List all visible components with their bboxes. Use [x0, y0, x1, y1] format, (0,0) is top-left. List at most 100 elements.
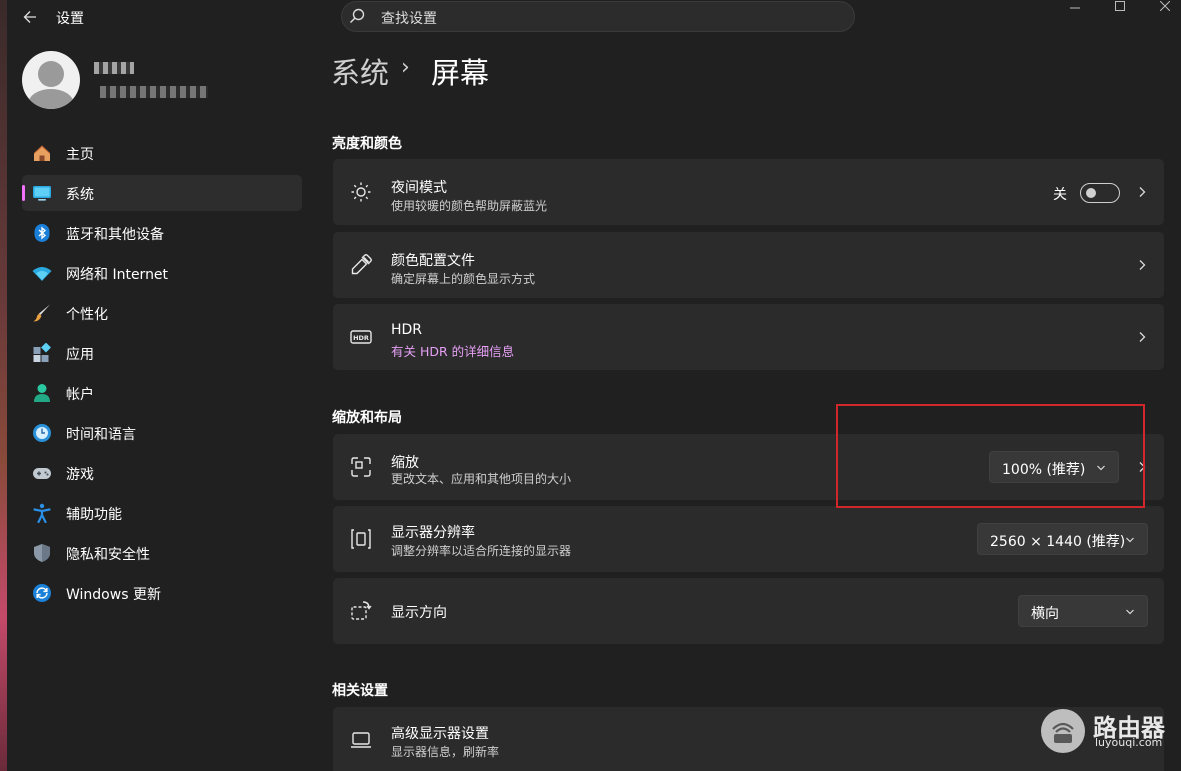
sidebar-item-label: 时间和语言: [66, 427, 136, 443]
hdr-title: HDR: [391, 322, 423, 338]
page-title: 屏幕: [431, 56, 490, 90]
red-highlight-box: [836, 404, 1145, 508]
shield-icon: [34, 544, 50, 562]
sidebar-item-windows-update[interactable]: Windows 更新: [22, 575, 302, 611]
night-mode-card[interactable]: 夜间模式 使用较暖的颜色帮助屏蔽蓝光 关: [333, 159, 1164, 225]
sidebar-item-label: 主页: [66, 147, 94, 163]
brightness-icon: [351, 182, 371, 202]
gamepad-icon: [33, 468, 51, 479]
sidebar-item-accounts[interactable]: 帐户: [22, 375, 302, 411]
orientation-dropdown-value: 横向: [1031, 606, 1059, 622]
sidebar-item-label: 个性化: [66, 307, 108, 323]
sidebar-item-label: 网络和 Internet: [66, 267, 169, 283]
search-placeholder: 查找设置: [381, 11, 437, 27]
router-icon: [1052, 722, 1074, 743]
apps-icon: [33, 343, 51, 362]
chevron-down-icon: [1126, 537, 1134, 543]
scale-subtitle: 更改文本、应用和其他项目的大小: [391, 472, 572, 486]
sidebar-item-time-language[interactable]: 时间和语言: [22, 415, 302, 451]
section-title-scale-layout: 缩放和布局: [332, 410, 402, 426]
scale-icon: [351, 457, 371, 477]
close-icon: [1159, 0, 1171, 12]
orientation-icon: [351, 601, 372, 620]
section-title-related: 相关设置: [332, 683, 388, 699]
resolution-dropdown-value: 2560 × 1440 (推荐): [990, 534, 1126, 550]
hdr-card[interactable]: HDR HDR 有关 HDR 的详细信息: [333, 304, 1164, 370]
advanced-display-card[interactable]: 高级显示器设置 显示器信息，刷新率: [333, 707, 1164, 771]
avatar[interactable]: [22, 51, 80, 109]
bluetooth-icon: [34, 224, 50, 242]
breadcrumb-separator: ›: [401, 55, 410, 80]
minimize-icon: [1070, 7, 1080, 9]
color-profile-card[interactable]: 颜色配置文件 确定屏幕上的颜色显示方式: [333, 232, 1164, 298]
orientation-title: 显示方向: [391, 605, 447, 621]
blurred-user-name: [94, 62, 134, 74]
orientation-dropdown[interactable]: 横向: [1018, 595, 1148, 627]
scale-title: 缩放: [391, 455, 419, 471]
resolution-title: 显示器分辨率: [391, 525, 475, 541]
eyedropper-icon: [351, 254, 372, 275]
night-mode-toggle[interactable]: [1080, 183, 1120, 203]
color-profile-subtitle: 确定屏幕上的颜色显示方式: [391, 272, 536, 286]
watermark-url: luyouqi.com: [1095, 736, 1163, 749]
avatar-head: [38, 61, 64, 87]
sidebar-item-label: Windows 更新: [66, 587, 161, 603]
back-button[interactable]: [18, 6, 42, 28]
chevron-right-icon: [1139, 187, 1146, 197]
sidebar-item-network[interactable]: 网络和 Internet: [22, 255, 302, 291]
chevron-down-icon: [1126, 609, 1134, 615]
sidebar-item-apps[interactable]: 应用: [22, 335, 302, 371]
svg-text:HDR: HDR: [353, 334, 369, 342]
accessibility-icon: [33, 503, 51, 523]
color-profile-title: 颜色配置文件: [391, 253, 475, 269]
hdr-info-link[interactable]: 有关 HDR 的详细信息: [391, 341, 514, 360]
sidebar-item-personalization[interactable]: 个性化: [22, 295, 302, 331]
sidebar-item-label: 应用: [66, 347, 94, 363]
back-arrow-icon: [23, 11, 36, 23]
night-mode-title: 夜间模式: [391, 180, 447, 196]
home-icon: [34, 145, 50, 161]
blurred-user-email: [100, 86, 208, 98]
active-indicator: [22, 185, 25, 201]
maximize-icon: [1115, 1, 1125, 11]
minimize-button[interactable]: [1052, 0, 1098, 18]
sidebar-item-privacy[interactable]: 隐私和安全性: [22, 535, 302, 571]
night-mode-toggle-label: 关: [1053, 187, 1067, 203]
chevron-right-icon: [1139, 260, 1146, 270]
orientation-card[interactable]: 显示方向 横向: [333, 578, 1164, 644]
sidebar-item-label: 隐私和安全性: [66, 547, 150, 563]
resolution-subtitle: 调整分辨率以适合所连接的显示器: [391, 544, 572, 558]
brush-icon: [33, 304, 50, 322]
resolution-dropdown[interactable]: 2560 × 1440 (推荐): [977, 523, 1148, 555]
wifi-icon: [32, 267, 52, 281]
sidebar-item-bluetooth[interactable]: 蓝牙和其他设备: [22, 215, 302, 251]
app-title: 设置: [56, 11, 84, 27]
sidebar-item-gaming[interactable]: 游戏: [22, 455, 302, 491]
person-icon: [34, 384, 50, 402]
sidebar-item-accessibility[interactable]: 辅助功能: [22, 495, 302, 531]
sidebar-item-label: 蓝牙和其他设备: [66, 227, 164, 243]
laptop-icon: [351, 732, 371, 748]
section-title-brightness: 亮度和颜色: [332, 136, 402, 152]
maximize-button[interactable]: [1097, 0, 1143, 18]
avatar-body: [28, 89, 74, 109]
sidebar-item-label: 系统: [66, 187, 94, 203]
advanced-display-subtitle: 显示器信息，刷新率: [391, 745, 500, 759]
globe-clock-icon: [33, 424, 51, 442]
hdr-icon: HDR: [350, 330, 372, 344]
breadcrumb-parent[interactable]: 系统: [331, 50, 389, 92]
update-icon: [33, 584, 51, 602]
sidebar-item-label: 帐户: [66, 387, 94, 403]
advanced-display-title: 高级显示器设置: [391, 726, 489, 742]
resolution-card[interactable]: 显示器分辨率 调整分辨率以适合所连接的显示器 2560 × 1440 (推荐): [333, 506, 1164, 572]
resolution-icon: [351, 529, 371, 549]
watermark-logo: [1041, 709, 1085, 753]
desktop-edge-strip: [0, 0, 7, 771]
toggle-knob: [1086, 188, 1096, 198]
sidebar-item-label: 辅助功能: [66, 507, 122, 523]
sidebar-item-system[interactable]: 系统: [22, 175, 302, 211]
close-button[interactable]: [1142, 0, 1181, 18]
monitor-icon: [33, 186, 51, 201]
sidebar-item-home[interactable]: 主页: [22, 135, 302, 171]
night-mode-subtitle: 使用较暖的颜色帮助屏蔽蓝光: [391, 199, 548, 213]
